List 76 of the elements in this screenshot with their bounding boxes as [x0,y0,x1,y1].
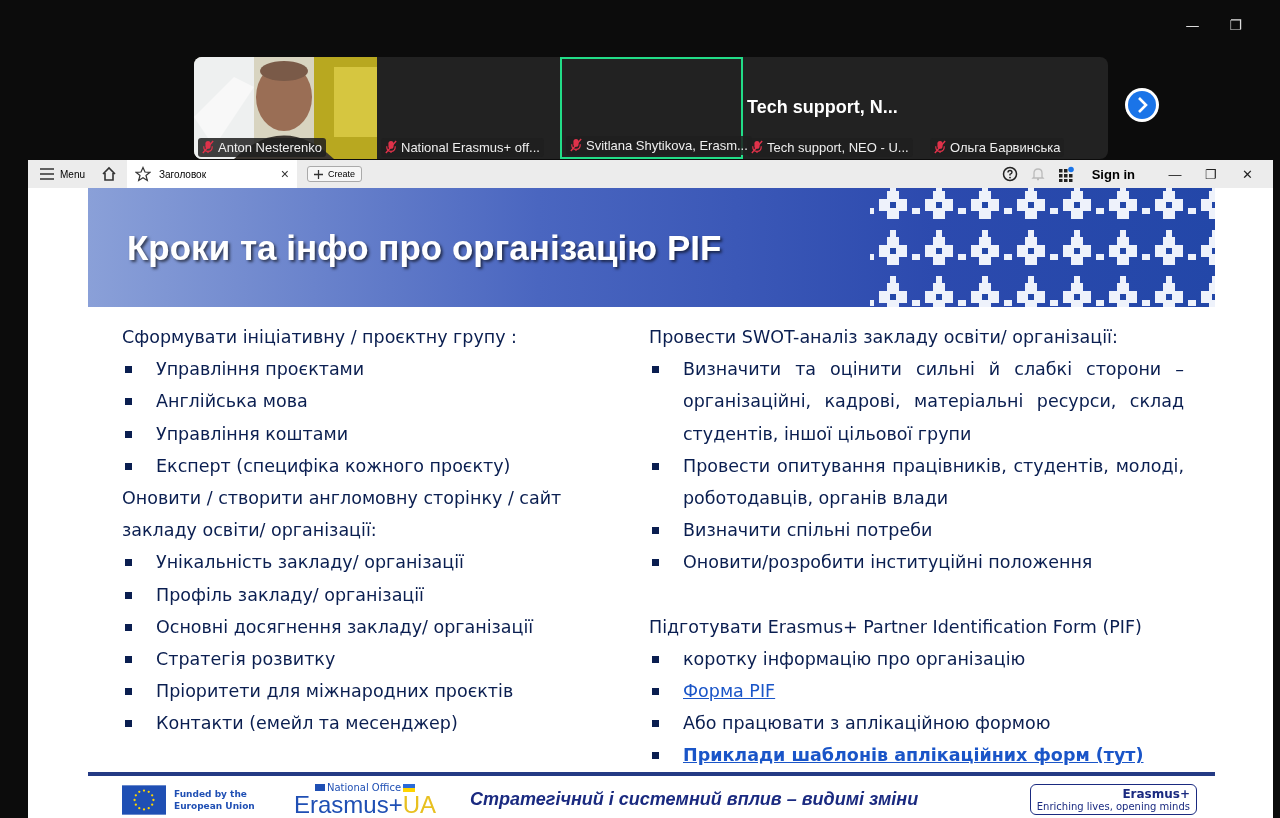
section-heading: Підготувати Erasmus+ Partner Identification Form (PIF) [649,615,1143,639]
slogan: Стратегічний і системний вплив – видимі зміни [470,789,919,811]
section-heading: Сформувати ініціативну / проєктну групу : [122,326,518,349]
section-heading: Оновити / створити англомовну сторінку / сайт закладу освіти/ організації: [122,487,563,543]
erasmus-logo-text: Erasmus+ [294,792,403,817]
slide-title: Кроки та інфо про організацію PIF [127,227,722,268]
window-control[interactable]: ❐ [1199,166,1223,182]
bullet-icon [125,656,132,664]
bullet-text: Контакти (емейл та месенджер) [156,712,459,736]
badge-title: Erasmus+ [1122,787,1190,802]
link[interactable]: Форма PIF [683,675,776,708]
bullet-icon [125,559,132,567]
badge-subtitle: Enriching lives, opening minds [1036,801,1190,813]
bullet-icon [652,559,659,567]
bullet-text: Основні досягнення закладу/ організації [156,615,535,639]
menu-icon [40,168,54,180]
link[interactable]: Приклади шаблонів аплікаційних форм (тут) [683,739,1144,772]
next-page-button[interactable] [1124,87,1160,123]
apps-grid-icon[interactable] [1057,166,1074,182]
bullet-text: Англійська мова [156,390,309,414]
bullet-text: Визначити спільні потреби [683,519,934,543]
participant-title: Tech support, N... [747,96,898,118]
bullet-text: Управління коштами [156,422,350,446]
flag-icon [315,784,325,792]
bullet-icon [125,430,132,438]
bullet-text: Експерт (специфіка кожного проєкту) [156,454,512,478]
bullet-text: Провести опитування працівників, студентів, молоді, роботодавців, органів влади [683,454,1184,510]
bullet-icon [125,623,132,631]
bullet-text: Стратегія розвитку [156,648,337,672]
name-label: National Erasmus+ off... [381,137,544,157]
video-tile[interactable]: National Erasmus+ off... [377,56,560,159]
bullet-icon [125,462,132,470]
bullet-icon [652,527,659,535]
video-tile[interactable]: Ольга Барвинська [926,56,1108,159]
create-button[interactable]: Create [307,166,363,182]
eu-flag-icon [122,784,166,815]
menu-button[interactable]: Menu [28,167,91,181]
bullet-text: Профіль закладу/ організації [156,583,425,607]
bullet-text: Або працювати з аплікаційною формою [683,712,1052,736]
window-control[interactable]: ✕ [1235,166,1259,182]
sign-in-button[interactable]: Sign in [1085,165,1141,183]
window-control[interactable]: — [1163,166,1187,182]
bullet-text: Оновити/розробити інституційні положення [683,551,1094,575]
bullet-icon [652,366,659,374]
star-icon [135,166,151,182]
bullet-text: Визначити та оцінити сильні й слабкі сторони – організаційні, кадрові, матеріальні ресурси, склад студентів, іншої цільової групи [683,358,1184,446]
bullet-icon [652,720,659,728]
bullet-icon [652,688,659,696]
bullet-icon [652,655,659,663]
plus-icon [314,169,323,179]
bullet-icon [652,462,659,470]
bullet-icon [125,366,132,374]
bullet-icon [125,720,132,728]
bullet-text: Унікальність закладу/ організації [156,551,465,575]
name-label: Ольга Барвинська [930,137,1065,157]
window-control[interactable]: ❐ [1229,17,1242,33]
bullet-text: коротку інформацію про організацію [683,647,1027,671]
bullet-icon [125,688,132,696]
bullet-icon [125,398,132,406]
section-heading: Провести SWOT-аналіз закладу освіти/ організації: [649,326,1119,349]
ua-logo-text: UA [402,792,437,817]
tab[interactable]: Заголовок × [127,160,297,188]
bullet-icon [125,591,132,599]
office-text: National Office [327,782,402,793]
tab-title: Заголовок [159,168,208,180]
window-control[interactable]: — [1185,17,1200,33]
bullet-text: Управління проєктами [156,358,366,382]
funded-text: Funded by the European Union [174,787,256,812]
name-label: Tech support, NEO - U... [747,137,913,157]
help-icon[interactable] [1001,166,1018,182]
bullet-icon [652,752,659,760]
ukraine-flag-icon [403,783,416,792]
video-tile[interactable]: Anton Nesterenko [194,56,377,159]
close-tab-button[interactable]: × [280,166,289,182]
home-icon[interactable] [101,166,117,182]
bullet-text: Пріоритети для міжнародних проєктів [156,680,515,704]
